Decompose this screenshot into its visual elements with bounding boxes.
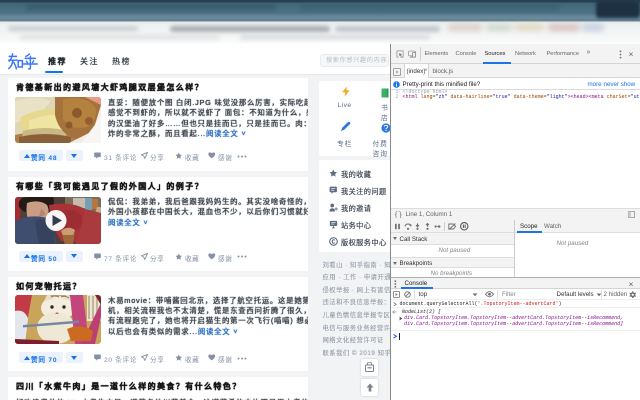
svg-text:{}: {} (394, 212, 402, 218)
